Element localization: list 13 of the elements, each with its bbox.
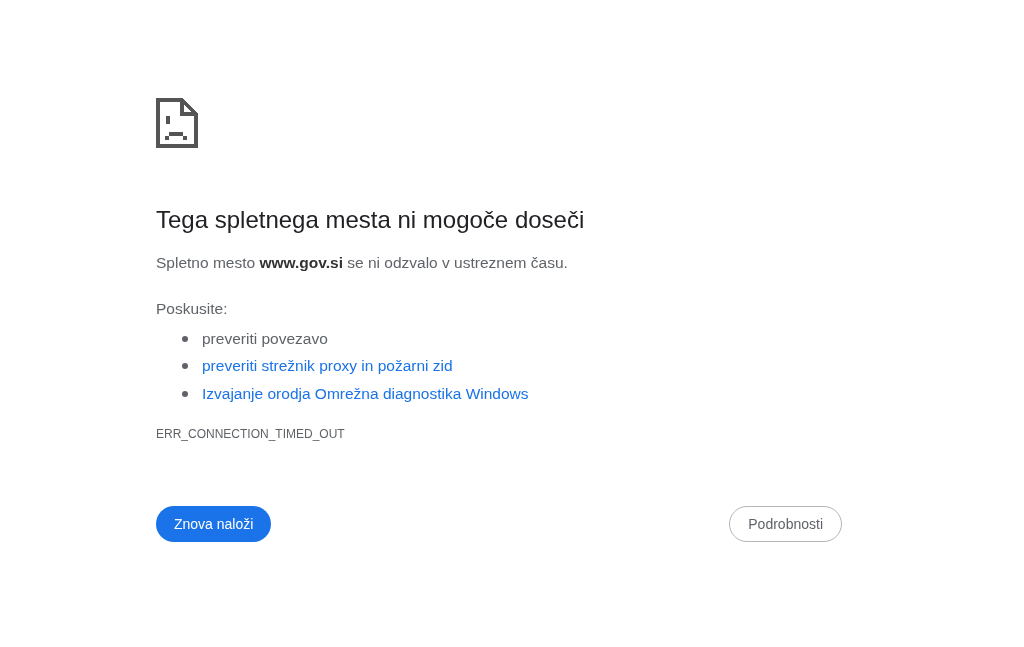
details-button[interactable]: Podrobnosti xyxy=(729,505,842,542)
error-message: Spletno mesto www.gov.si se ni odzvalo v ustreznem času. xyxy=(156,253,569,273)
sad-document-icon xyxy=(156,98,198,148)
suggestion-text: preveriti povezavo xyxy=(202,329,328,348)
suggestion-link[interactable]: Izvajanje orodja Omrežna diagnostika Windows xyxy=(202,384,529,403)
suggestion-link[interactable]: preveriti strežnik proxy in požarni zid xyxy=(202,357,453,376)
bullet-icon xyxy=(182,363,188,370)
suggestions-label: Poskusite: xyxy=(156,299,229,319)
reload-button[interactable]: Znova naloži xyxy=(156,505,272,542)
bullet-icon xyxy=(182,390,188,397)
bullet-icon xyxy=(182,335,188,342)
error-code: ERR_CONNECTION_TIMED_OUT xyxy=(156,425,346,442)
error-heading: Tega spletnega mesta ni mogoče doseči xyxy=(156,205,586,235)
